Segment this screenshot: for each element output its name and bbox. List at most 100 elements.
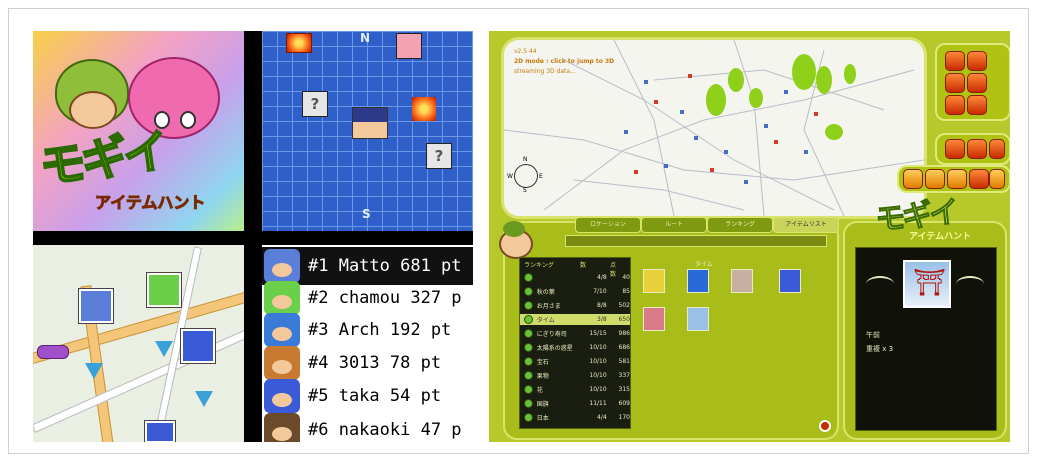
avatar bbox=[264, 346, 300, 380]
item-thumbnail[interactable] bbox=[687, 269, 709, 293]
unknown-item-tile[interactable]: ? bbox=[426, 143, 452, 169]
tab-item-list[interactable]: アイテムリスト bbox=[773, 217, 839, 233]
category-icon bbox=[524, 413, 533, 422]
pan-right-button[interactable] bbox=[967, 73, 987, 93]
pan-down-left-button[interactable] bbox=[945, 95, 965, 115]
zoom-reset-button[interactable] bbox=[967, 139, 987, 159]
search-input[interactable] bbox=[565, 235, 827, 247]
category-icon bbox=[524, 273, 533, 282]
category-count: 11/11 bbox=[589, 400, 607, 407]
zoom-controls bbox=[935, 133, 1010, 165]
map-mode-text[interactable]: 2D mode : click to jump to 3D bbox=[514, 58, 614, 65]
list-item[interactable]: 花 10/10 315 bbox=[520, 384, 630, 395]
item-duplicate-label: 重複 x 3 bbox=[866, 345, 894, 353]
route-button[interactable] bbox=[969, 169, 989, 189]
left-collage: モギイ アイテムハント N S ? ? #1 Matto 681 pt #2 c… bbox=[33, 31, 473, 442]
pan-down-button[interactable] bbox=[967, 95, 987, 115]
view-3d-button[interactable] bbox=[989, 169, 1005, 189]
pan-left-button[interactable] bbox=[945, 73, 965, 93]
location-marker-icon[interactable] bbox=[195, 391, 213, 407]
category-icon bbox=[524, 343, 533, 352]
list-header-name: ランキング bbox=[524, 262, 554, 269]
compass-west-label: W bbox=[507, 173, 513, 180]
category-name: 花 bbox=[536, 387, 543, 394]
item-thumbnail[interactable] bbox=[643, 269, 665, 293]
category-icon bbox=[524, 287, 533, 296]
player-pin-icon[interactable] bbox=[79, 289, 113, 323]
category-name: 秋の葉 bbox=[536, 289, 555, 296]
category-count: 10/10 bbox=[589, 344, 607, 351]
item-thumbnail[interactable] bbox=[643, 307, 665, 331]
list-header: ランキング 数 点数 bbox=[524, 260, 616, 278]
avatar bbox=[264, 379, 300, 413]
player-pin-icon[interactable] bbox=[181, 329, 215, 363]
item-thumbnail[interactable] bbox=[779, 269, 801, 293]
home-button[interactable] bbox=[903, 169, 923, 189]
category-points: 85 bbox=[622, 288, 630, 295]
game-logo-subtitle: アイテムハント bbox=[909, 232, 972, 242]
leaderboard-row[interactable]: #6 nakaoki 47 p bbox=[262, 411, 473, 442]
page-indicator-icon[interactable] bbox=[819, 420, 831, 432]
pan-up-button[interactable] bbox=[967, 51, 987, 71]
player-avatar-icon[interactable] bbox=[352, 107, 388, 139]
list-header-count: 数 bbox=[580, 262, 587, 269]
list-item[interactable]: 日本 4/4 170 bbox=[520, 412, 630, 423]
compass-east-label: E bbox=[539, 173, 543, 180]
unknown-item-tile[interactable]: ? bbox=[302, 91, 328, 117]
leaderboard-entry: #2 chamou 327 p bbox=[308, 288, 462, 308]
category-points: 170 bbox=[618, 414, 630, 421]
category-count: 3/8 bbox=[597, 316, 607, 323]
list-item[interactable]: にぎり寿司 15/15 986 bbox=[520, 328, 630, 339]
list-item[interactable]: 国旗 11/11 609 bbox=[520, 398, 630, 409]
leaderboard: #1 Matto 681 pt #2 chamou 327 p #3 Arch … bbox=[262, 245, 473, 442]
sunrise-item-icon[interactable] bbox=[396, 33, 422, 59]
location-marker-icon[interactable] bbox=[85, 363, 103, 379]
leaderboard-entry: #1 Matto 681 pt bbox=[308, 256, 462, 276]
layers-button[interactable] bbox=[947, 169, 967, 189]
player-pin-icon[interactable] bbox=[147, 273, 181, 307]
avatar bbox=[264, 413, 300, 442]
mascot-icon bbox=[499, 221, 533, 259]
tab-ranking[interactable]: ランキング bbox=[707, 217, 773, 233]
compass-icon[interactable]: N S E W bbox=[507, 156, 543, 194]
category-name: タイム bbox=[536, 317, 555, 324]
fire-item-icon[interactable] bbox=[412, 97, 436, 121]
item-thumbnail[interactable] bbox=[687, 307, 709, 331]
compass-south-label: S bbox=[523, 187, 527, 194]
avatar bbox=[264, 249, 300, 283]
category-name: お月さま bbox=[536, 303, 561, 310]
right-app-screen: v2.5 44 2D mode : click to jump to 3D st… bbox=[489, 31, 1010, 442]
grid-game-map[interactable]: N S ? ? bbox=[262, 31, 473, 231]
tab-location[interactable]: ロケーション bbox=[575, 217, 641, 233]
list-item[interactable]: 果物 10/10 337 bbox=[520, 370, 630, 381]
category-count: 10/10 bbox=[589, 358, 607, 365]
search-map-button[interactable] bbox=[925, 169, 945, 189]
category-count: 8/8 bbox=[597, 302, 607, 309]
list-item[interactable]: 宝石 10/10 581 bbox=[520, 356, 630, 367]
category-icon bbox=[524, 399, 533, 408]
category-icon bbox=[524, 315, 533, 324]
list-item[interactable]: 秋の葉 7/10 85 bbox=[520, 286, 630, 297]
tab-route[interactable]: ルート bbox=[641, 217, 707, 233]
item-photo[interactable] bbox=[903, 260, 951, 308]
list-item[interactable]: 太陽系の惑星 10/10 686 bbox=[520, 342, 630, 353]
zoom-in-button[interactable] bbox=[989, 139, 1005, 159]
category-name: にぎり寿司 bbox=[536, 331, 567, 338]
player-pin-icon[interactable] bbox=[145, 421, 175, 442]
item-thumbnail[interactable] bbox=[731, 269, 753, 293]
leaderboard-row[interactable]: #5 taka 54 pt bbox=[262, 377, 473, 415]
category-points: 609 bbox=[618, 400, 630, 407]
list-item[interactable]: タイム 3/8 650 bbox=[520, 314, 630, 325]
fire-item-icon[interactable] bbox=[286, 33, 312, 53]
pan-up-left-button[interactable] bbox=[945, 51, 965, 71]
list-item[interactable]: 4/8 40 bbox=[520, 272, 630, 283]
city-map-panel[interactable]: v2.5 44 2D mode : click to jump to 3D st… bbox=[501, 37, 927, 219]
zoom-out-button[interactable] bbox=[945, 139, 965, 159]
list-item[interactable]: お月さま 8/8 502 bbox=[520, 300, 630, 311]
category-count: 10/10 bbox=[589, 386, 607, 393]
category-name: 国旗 bbox=[536, 401, 549, 408]
street-map[interactable] bbox=[33, 245, 244, 442]
category-points: 986 bbox=[618, 330, 630, 337]
location-marker-icon[interactable] bbox=[155, 341, 173, 357]
route-marker bbox=[37, 345, 69, 359]
